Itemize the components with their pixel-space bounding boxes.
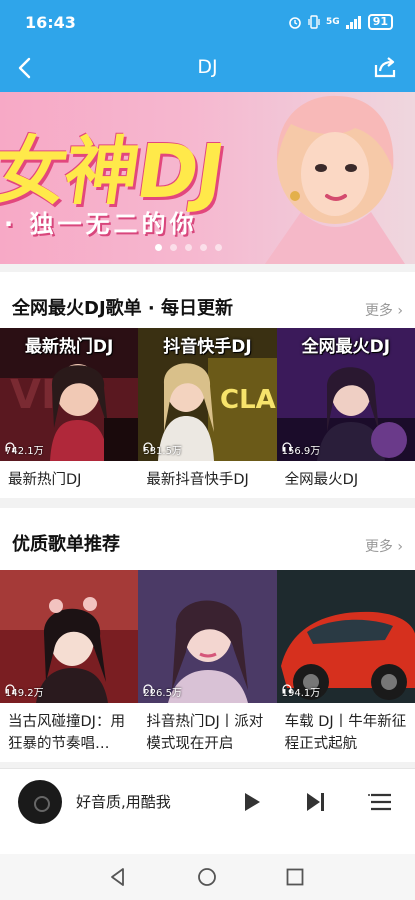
- battery-level: 91: [367, 14, 393, 30]
- nav-recents-icon[interactable]: [284, 866, 306, 888]
- section-title: 全网最火DJ歌单 · 每日更新: [12, 298, 234, 319]
- playlist-card[interactable]: 149.2万 当古风碰撞DJ：用狂暴的节奏唱…: [0, 570, 139, 757]
- cover-label: 最新热门DJ: [24, 337, 114, 357]
- section-header: 优质歌单推荐 更多 ›: [0, 508, 415, 570]
- headphones-icon: [143, 442, 153, 452]
- play-count: 226.5万: [143, 684, 182, 699]
- alarm-icon: [289, 17, 301, 29]
- carousel-dot[interactable]: [155, 244, 162, 251]
- headphones-icon: [5, 442, 15, 452]
- playlist-card[interactable]: 全网最火DJ 156.9万 全网最火DJ: [276, 328, 415, 515]
- playlist-name[interactable]: 全网最火DJ: [277, 461, 415, 515]
- more-link[interactable]: 更多 ›: [365, 300, 403, 320]
- carousel-dot[interactable]: [200, 244, 207, 251]
- banner-model-image: [265, 95, 405, 264]
- vibrate-icon: [308, 15, 320, 29]
- cover-label: 抖音快手DJ: [163, 337, 252, 357]
- playlist-cover[interactable]: CLA 抖音快手DJ 531.5万: [138, 328, 277, 461]
- banner-subtitle: · 独一无二的你: [4, 210, 198, 238]
- playlist-name[interactable]: 当古风碰撞DJ：用狂暴的节奏唱…: [0, 703, 138, 757]
- network-label: 5G: [326, 17, 340, 27]
- playlist-card[interactable]: 226.5万 抖音热门DJ丨派对模式现在开启: [138, 570, 277, 757]
- carousel-dot[interactable]: [215, 244, 222, 251]
- playlist-queue-icon[interactable]: [366, 787, 396, 817]
- playlist-card[interactable]: VI 最新热门DJ 742.1万 最新热门DJ: [0, 328, 139, 515]
- carousel-dot[interactable]: [185, 244, 192, 251]
- app-bar: DJ: [0, 44, 415, 92]
- playlist-cover[interactable]: 194.1万: [276, 570, 415, 703]
- playlist-card[interactable]: 194.1万 车载 DJ丨牛年新征程正式起航: [276, 570, 415, 757]
- next-track-icon[interactable]: [300, 787, 330, 817]
- banner-carousel[interactable]: 女神DJ · 独一无二的你: [0, 92, 415, 264]
- banner-title: 女神DJ: [0, 129, 229, 215]
- share-icon[interactable]: [371, 53, 399, 81]
- svg-text:VI: VI: [10, 372, 56, 418]
- cover-label: 全网最火DJ: [301, 337, 391, 357]
- play-count: 531.5万: [143, 442, 182, 457]
- playlist-name[interactable]: 抖音热门DJ丨派对模式现在开启: [138, 703, 276, 757]
- play-count: 194.1万: [282, 684, 320, 699]
- carousel-dots: [155, 244, 222, 251]
- playlist-name[interactable]: 最新抖音快手DJ: [138, 461, 276, 515]
- play-count: 149.2万: [5, 684, 44, 699]
- play-count: 156.9万: [282, 442, 320, 457]
- section-recommended-playlists: 优质歌单推荐 更多 › 149.2万 当古风碰撞DJ：用狂暴的节奏唱… 226.…: [0, 508, 415, 762]
- section-title: 优质歌单推荐: [12, 534, 120, 555]
- nav-home-icon[interactable]: [196, 866, 218, 888]
- signal-icon: [345, 15, 361, 29]
- nav-back-icon[interactable]: [107, 866, 129, 888]
- carousel-dot[interactable]: [170, 244, 177, 251]
- section-hot-dj-playlists: 全网最火DJ歌单 · 每日更新 更多 › VI 最新热门DJ 742.1万 最新…: [0, 272, 415, 498]
- status-time: 16:43: [25, 13, 76, 32]
- play-icon[interactable]: [236, 787, 266, 817]
- status-icons: 5G 91: [288, 14, 393, 30]
- section-header: 全网最火DJ歌单 · 每日更新 更多 ›: [0, 272, 415, 334]
- headphones-icon: [282, 442, 292, 452]
- mini-player[interactable]: 好音质,用酷我: [0, 768, 415, 854]
- playlist-card[interactable]: CLA 抖音快手DJ 531.5万 最新抖音快手DJ: [138, 328, 277, 515]
- playlist-cover[interactable]: 149.2万: [0, 570, 139, 703]
- playlist-cover[interactable]: 全网最火DJ 156.9万: [276, 328, 415, 461]
- now-playing-text[interactable]: 好音质,用酷我: [76, 791, 171, 812]
- page-title: DJ: [197, 56, 218, 78]
- playlist-name[interactable]: 最新热门DJ: [0, 461, 138, 515]
- headphones-icon: [143, 684, 153, 694]
- system-navigation-bar: [0, 854, 415, 900]
- svg-text:CLA: CLA: [220, 385, 276, 415]
- playlist-cover[interactable]: VI 最新热门DJ 742.1万: [0, 328, 139, 461]
- status-bar: 16:43 5G 91: [0, 0, 415, 44]
- more-link[interactable]: 更多 ›: [365, 536, 403, 556]
- headphones-icon: [5, 684, 15, 694]
- playlist-cover[interactable]: 226.5万: [138, 570, 277, 703]
- album-disc-icon[interactable]: [18, 780, 62, 824]
- playlist-name[interactable]: 车载 DJ丨牛年新征程正式起航: [277, 703, 415, 757]
- headphones-icon: [282, 684, 292, 694]
- play-count: 742.1万: [5, 442, 44, 457]
